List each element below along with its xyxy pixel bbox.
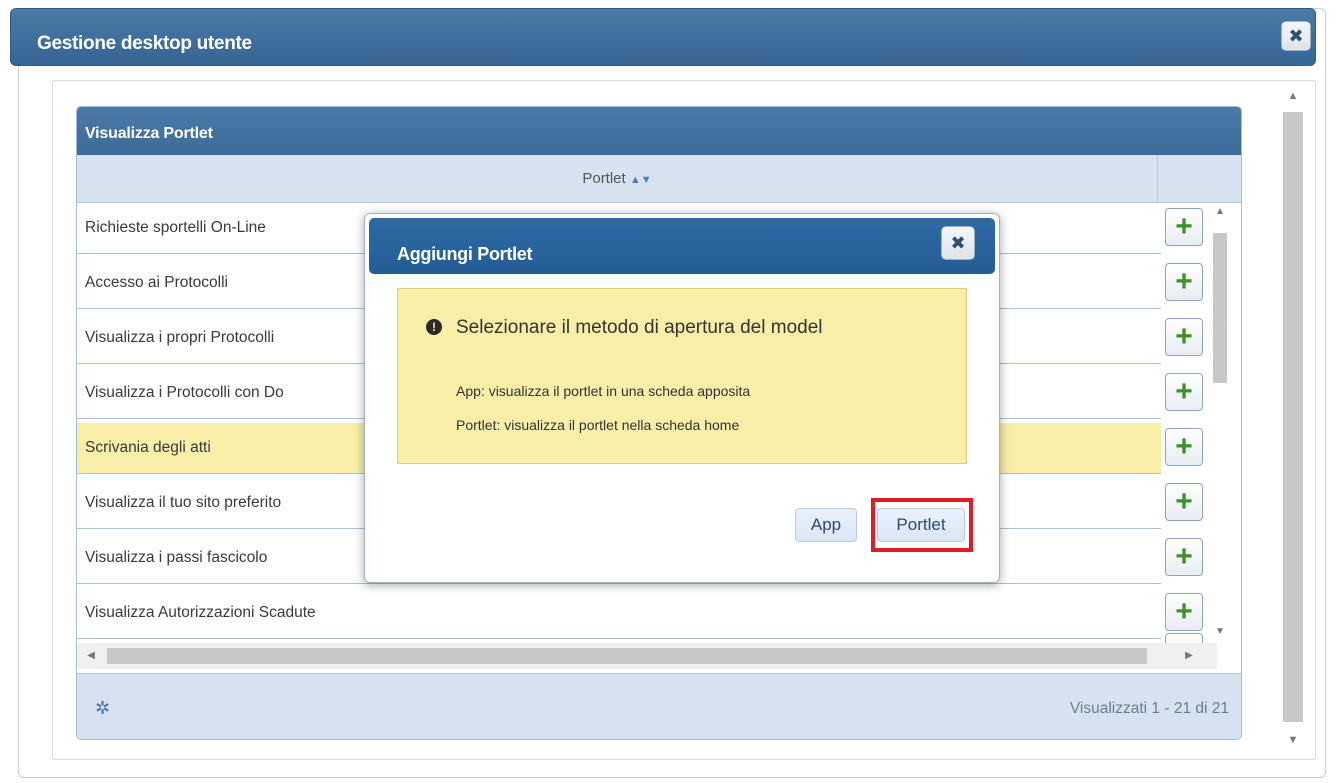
scroll-thumb[interactable] <box>1283 112 1303 722</box>
plus-icon: + <box>1175 265 1193 298</box>
plus-icon: + <box>1175 210 1193 243</box>
panel-title: Visualizza Portlet <box>77 107 1241 155</box>
portlet-button[interactable]: Portlet <box>877 508 965 542</box>
row-label: Richieste sportelli On-Line <box>85 219 266 236</box>
close-icon: ✖ <box>1288 25 1304 46</box>
add-portlet-button[interactable]: + <box>1165 633 1203 643</box>
column-header-portlet[interactable]: Portlet ▲▼ <box>77 155 1157 203</box>
scroll-up-icon[interactable]: ▲ <box>1280 86 1306 106</box>
add-portlet-dialog: Aggiungi Portlet ✖ ! Selezionare il meto… <box>364 213 1000 583</box>
row-label: Scrivania degli atti <box>85 439 211 456</box>
gear-icon[interactable]: ✲ <box>95 698 110 719</box>
scroll-left-icon[interactable]: ◀ <box>81 643 101 669</box>
row-label: Visualizza i propri Protocolli <box>85 329 275 346</box>
dialog-title: Aggiungi Portlet <box>397 244 533 264</box>
add-portlet-button[interactable]: + <box>1165 373 1203 411</box>
app-button[interactable]: App <box>795 508 857 542</box>
row-label: Visualizza i passi fascicolo <box>85 549 268 566</box>
plus-icon: + <box>1175 485 1193 518</box>
outer-vertical-scrollbar[interactable]: ▲ ▼ <box>1280 86 1306 752</box>
table-horizontal-scrollbar[interactable]: ◀ ▶ <box>77 643 1217 669</box>
pager-info: Visualizzati 1 - 21 di 21 <box>1069 700 1229 717</box>
table-vertical-scrollbar[interactable]: ▲ ▼ <box>1209 203 1231 643</box>
add-portlet-button[interactable]: + <box>1165 428 1203 466</box>
scroll-down-icon[interactable]: ▼ <box>1209 623 1231 641</box>
add-portlet-button[interactable]: + <box>1165 538 1203 576</box>
sort-icon[interactable]: ▲▼ <box>630 174 652 186</box>
dialog-close-button[interactable]: ✖ <box>941 226 975 260</box>
row-label: Visualizza i Protocolli con Do <box>85 384 284 401</box>
message-line-portlet: Portlet: visualizza il portlet nella sch… <box>456 417 740 433</box>
window-close-button[interactable]: ✖ <box>1281 21 1311 51</box>
add-portlet-button[interactable]: + <box>1165 263 1203 301</box>
column-header-label: Portlet <box>582 170 626 187</box>
exclamation-circle-icon: ! <box>426 319 442 335</box>
add-column: + + + + + + + + + <box>1163 203 1207 643</box>
add-portlet-button[interactable]: + <box>1165 318 1203 356</box>
row-label: Visualizza Autorizzazioni Scadute <box>85 604 316 621</box>
plus-icon: + <box>1175 375 1193 408</box>
plus-icon: + <box>1175 430 1193 463</box>
column-separator <box>1157 155 1158 203</box>
row-label: Visualizza il tuo sito preferito <box>85 494 282 511</box>
plus-icon: + <box>1175 540 1193 573</box>
panel-footer: ✲ Visualizzati 1 - 21 di 21 <box>77 673 1241 739</box>
plus-icon: + <box>1175 320 1193 353</box>
window-titlebar: Gestione desktop utente ✖ <box>10 8 1316 66</box>
add-portlet-button[interactable]: + <box>1165 593 1203 631</box>
message-box: ! Selezionare il metodo di apertura del … <box>397 288 967 464</box>
add-portlet-button[interactable]: + <box>1165 483 1203 521</box>
plus-icon: + <box>1175 595 1193 628</box>
scroll-thumb[interactable] <box>1213 233 1227 383</box>
message-line-app: App: visualizza il portlet in una scheda… <box>456 383 751 399</box>
message-title: Selezionare il metodo di apertura del mo… <box>456 317 823 338</box>
scroll-up-icon[interactable]: ▲ <box>1209 203 1231 221</box>
scroll-thumb[interactable] <box>107 648 1147 664</box>
table-row[interactable]: Visualizza Autorizzazioni Scadute <box>77 588 1161 639</box>
close-icon: ✖ <box>950 232 966 253</box>
add-portlet-button[interactable]: + <box>1165 208 1203 246</box>
scroll-right-icon[interactable]: ▶ <box>1179 643 1199 669</box>
table-header[interactable]: Portlet ▲▼ <box>77 155 1241 203</box>
dialog-titlebar: Aggiungi Portlet <box>369 218 995 274</box>
scroll-down-icon[interactable]: ▼ <box>1280 730 1306 750</box>
window-title: Gestione desktop utente <box>37 33 252 54</box>
row-label: Accesso ai Protocolli <box>85 274 229 291</box>
